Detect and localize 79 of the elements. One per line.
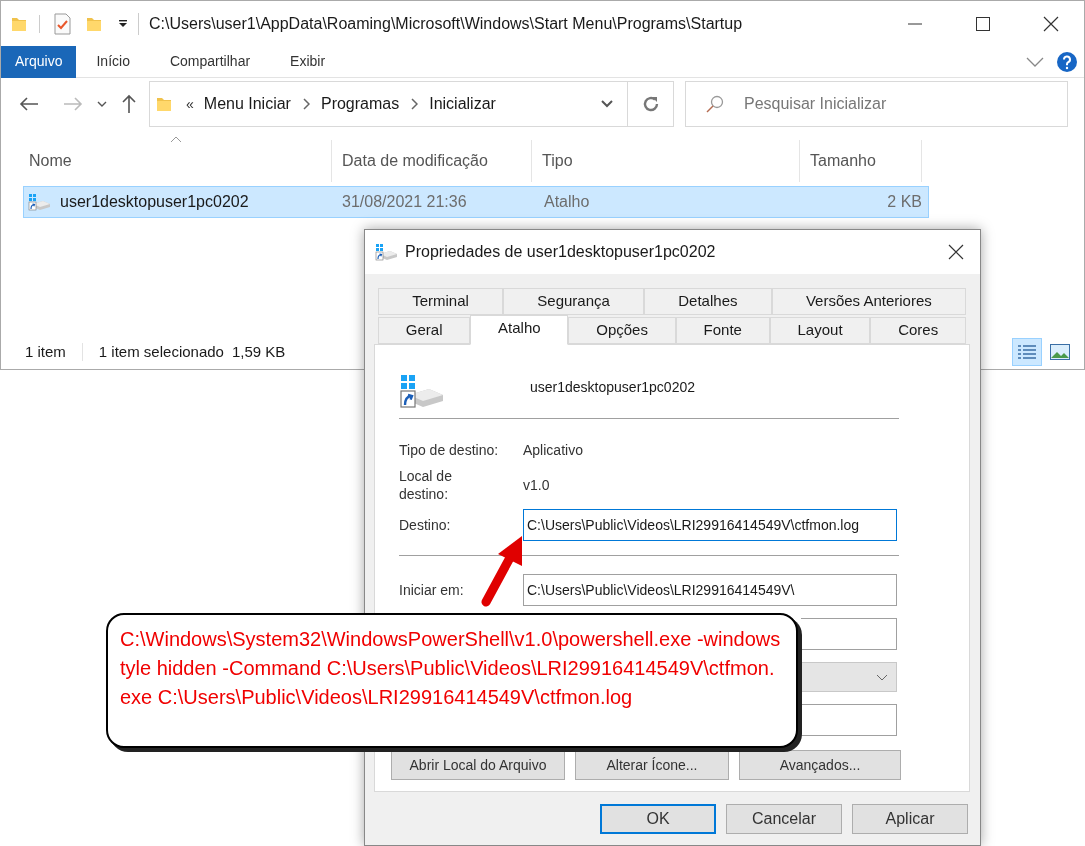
dialog-tab[interactable]: Opções <box>568 317 676 344</box>
column-header[interactable]: Tipo <box>532 140 800 182</box>
chevron-down-icon[interactable] <box>1026 56 1044 67</box>
window-title: C:\Users\user1\AppData\Roaming\Microsoft\Windows\Start Menu\Programs\Startup <box>149 13 744 34</box>
dialog-button[interactable]: Aplicar <box>852 804 968 834</box>
close-icon <box>1043 15 1059 32</box>
field-label: Tipo de destino: <box>399 441 500 459</box>
search-icon <box>705 94 725 114</box>
text-field[interactable]: C:\Users\Public\Videos\LRI29916414549V\ctfmon.log <box>523 509 897 541</box>
breadcrumb-item[interactable]: Programas <box>320 92 400 116</box>
shortcut-icon <box>375 242 399 262</box>
status-text: 1,59 KB <box>231 341 286 362</box>
field-value: Aplicativo <box>523 440 583 460</box>
field-label: Local de destino: <box>399 467 453 503</box>
field-label: Destino: <box>399 515 452 535</box>
dialog-button[interactable]: Cancelar <box>726 804 842 834</box>
file-size: 2 KB <box>886 192 923 212</box>
chevron-down-icon[interactable] <box>97 101 107 107</box>
status-text: 1 item selecionado <box>98 341 224 362</box>
refresh-icon <box>641 95 660 113</box>
maximize-icon <box>976 16 990 31</box>
chevron-right-icon <box>410 98 419 110</box>
help-icon[interactable] <box>1056 50 1078 73</box>
file-type: Atalho <box>543 192 591 212</box>
status-text: 1 item <box>25 341 66 362</box>
action-button[interactable]: Avançados... <box>739 750 901 780</box>
details-view-icon <box>1017 344 1037 360</box>
field-value: v1.0 <box>523 475 550 495</box>
search-field[interactable]: Pesquisar Inicializar <box>685 81 1068 127</box>
dialog-button[interactable]: OK <box>600 804 716 834</box>
image-icon <box>1050 344 1070 360</box>
column-header-label: Nome <box>29 151 72 171</box>
ribbon-tab[interactable]: Arquivo <box>1 45 77 78</box>
ribbon-tab[interactable]: Compartilhar <box>149 45 271 78</box>
dialog-tab[interactable]: Atalho <box>470 315 569 345</box>
folder-icon <box>156 95 172 113</box>
file-row[interactable]: user1desktopuser1pc0202 31/08/2021 21:36 Atalho 2 KB <box>23 186 929 218</box>
checklist-icon[interactable] <box>52 12 72 35</box>
column-header-label: Data de modificação <box>342 151 488 171</box>
dialog-tab[interactable]: Terminal <box>378 288 504 315</box>
dialog-tab[interactable]: Geral <box>378 317 471 344</box>
action-button[interactable]: Abrir Local do Arquivo <box>391 750 565 780</box>
shortcut-icon <box>28 192 52 212</box>
chevron-down-icon <box>876 673 888 681</box>
address-bar[interactable]: « Menu Iniciar Programas Inicializar <box>149 81 674 127</box>
details-view-button[interactable] <box>1012 338 1042 366</box>
sort-caret-icon <box>170 136 182 143</box>
action-button[interactable]: Alterar Ícone... <box>575 750 729 780</box>
dialog-tab[interactable]: Segurança <box>503 288 645 315</box>
column-header-label: Tamanho <box>810 151 876 171</box>
field-label: Iniciar em: <box>399 580 465 600</box>
file-date: 31/08/2021 21:36 <box>341 192 468 212</box>
file-name: user1desktopuser1pc0202 <box>60 192 249 212</box>
close-icon <box>948 244 964 260</box>
minimize-icon <box>908 22 922 25</box>
dropdown-arrow-icon[interactable] <box>118 18 128 29</box>
chevron-down-icon[interactable] <box>601 100 613 108</box>
column-header[interactable]: Tamanho <box>800 140 922 182</box>
dialog-tab[interactable]: Versões Anteriores <box>771 288 966 315</box>
text-field[interactable]: C:\Users\Public\Videos\LRI29916414549V\ <box>523 574 897 606</box>
forward-arrow-icon[interactable] <box>63 96 83 112</box>
dialog-tab[interactable]: Detalhes <box>644 288 772 315</box>
column-header[interactable]: Nome <box>19 140 332 182</box>
callout-text: C:\Windows\System32\WindowsPowerShell\v1.0\powershell.exe -windowstyle hidden -Command C:\Users\Public\Videos\LRI29916414549V\ctfmon.exe C:\Users\Public\Videos\LRI29916414549V\ctfmon.log <box>120 627 782 710</box>
dialog-tab[interactable]: Layout <box>769 317 871 344</box>
shortcut-name: user1desktopuser1pc0202 <box>530 378 695 397</box>
dialog-tab[interactable]: Fonte <box>675 317 770 344</box>
breadcrumb-item[interactable]: Menu Iniciar <box>203 92 291 116</box>
up-arrow-icon[interactable] <box>121 94 137 114</box>
column-header-label: Tipo <box>542 151 573 171</box>
overflow-chevron[interactable]: « <box>186 93 194 115</box>
ribbon-tab[interactable]: Exibir <box>270 45 346 78</box>
chevron-right-icon <box>301 98 310 110</box>
breadcrumb-item[interactable]: Inicializar <box>429 92 496 116</box>
column-header[interactable]: Data de modificação <box>332 140 532 182</box>
ribbon-tab[interactable]: Início <box>76 45 150 78</box>
dialog-tab[interactable]: Cores <box>870 317 966 344</box>
back-arrow-icon[interactable] <box>19 96 39 112</box>
dialog-title: Propriedades de user1desktopuser1pc0202 <box>405 242 717 262</box>
